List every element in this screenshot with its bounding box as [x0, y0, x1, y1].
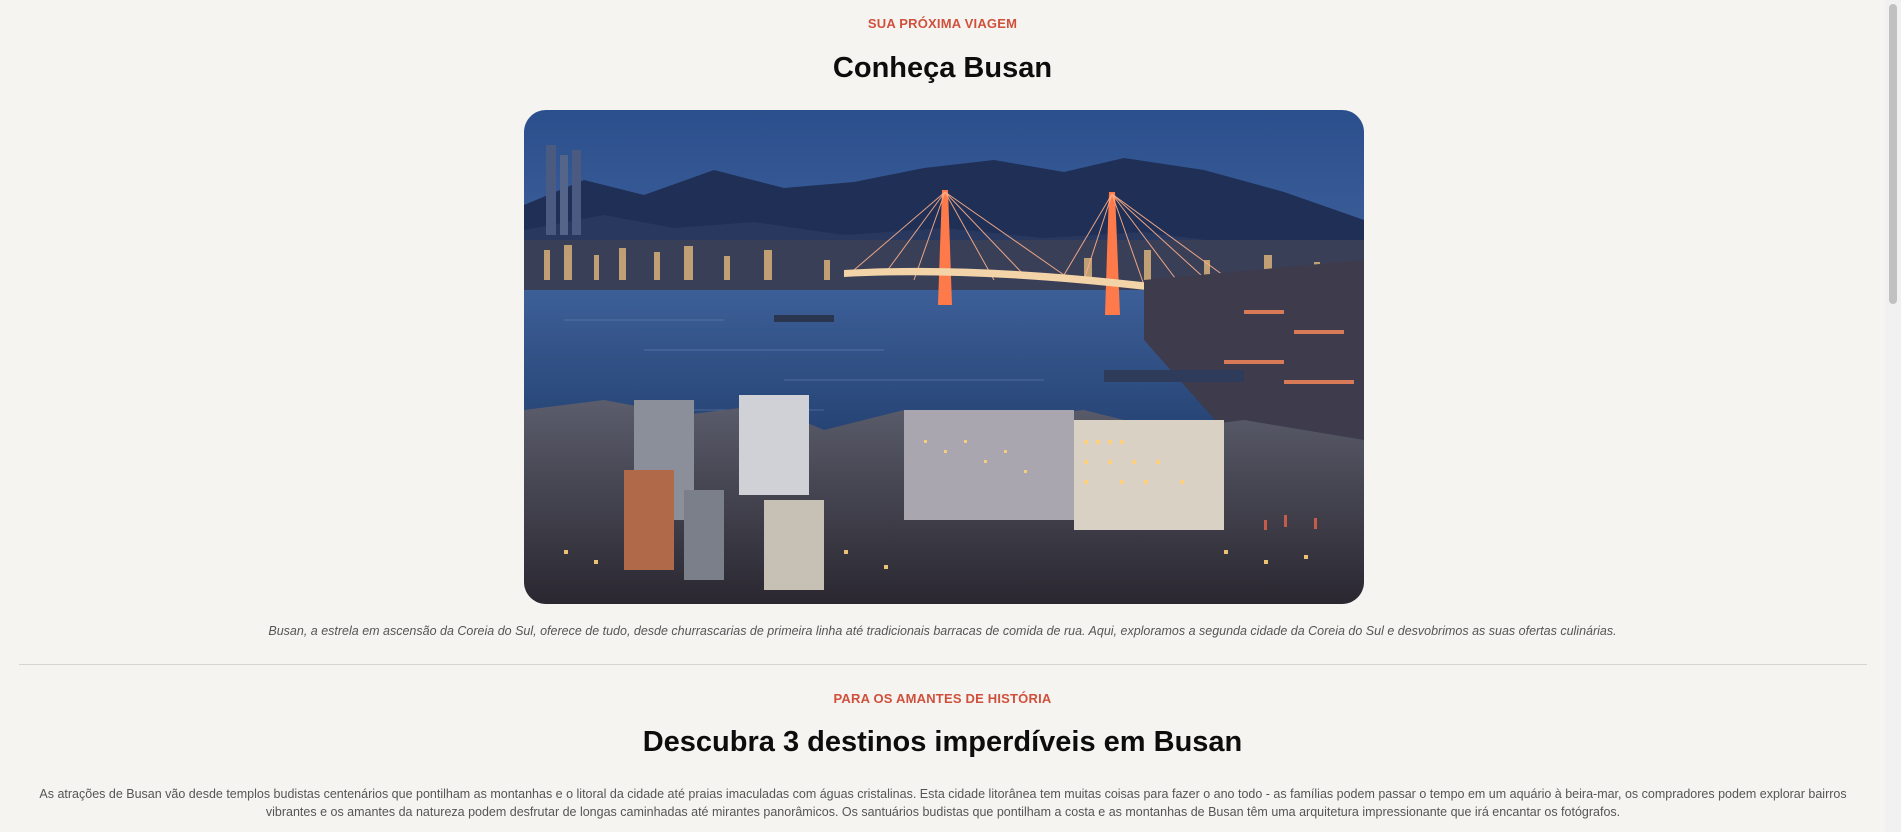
- page-title: Conheça Busan: [832, 52, 1053, 84]
- page-scrollbar[interactable]: [1885, 0, 1901, 832]
- scrollbar-thumb[interactable]: [1889, 4, 1897, 304]
- section-divider: [19, 664, 1867, 665]
- hero-caption: Busan, a estrela em ascensão da Coreia d…: [268, 624, 1617, 638]
- section-eyebrow: PARA OS AMANTES DE HISTÓRIA: [833, 691, 1052, 706]
- section-title: Descubra 3 destinos imperdíveis em Busan: [642, 726, 1243, 758]
- article-page: SUA PRÓXIMA VIAGEM Conheça Busan Busan, …: [0, 0, 1885, 832]
- section-body: As atrações de Busan vão desde templos b…: [39, 787, 1847, 819]
- hero-image: [524, 110, 1364, 604]
- intro-eyebrow: SUA PRÓXIMA VIAGEM: [867, 16, 1018, 31]
